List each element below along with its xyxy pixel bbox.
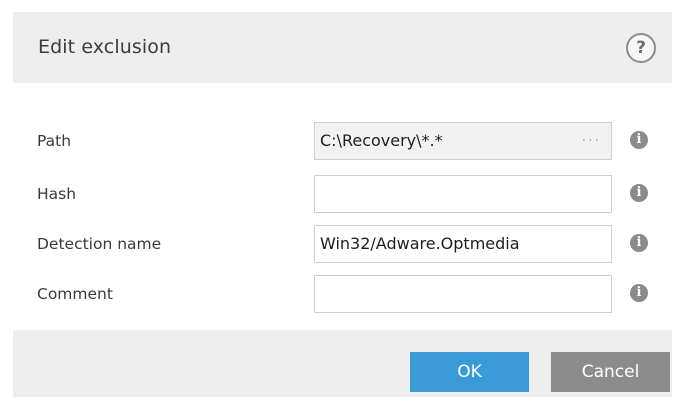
hash-info-icon[interactable]: i	[630, 184, 648, 202]
help-icon[interactable]: ?	[626, 33, 656, 63]
hash-row: Hash i	[13, 175, 672, 213]
detection-name-row: Detection name Win32/Adware.Optmedia i	[13, 225, 672, 263]
dialog-header: Edit exclusion ?	[13, 12, 672, 83]
hash-field[interactable]	[314, 175, 612, 213]
dialog-body: Path C:\Recovery\*.* ... i Hash i Detect…	[13, 83, 672, 330]
detection-name-field[interactable]: Win32/Adware.Optmedia	[314, 225, 612, 263]
ok-button[interactable]: OK	[410, 352, 529, 392]
browse-button[interactable]: ...	[582, 129, 601, 145]
dialog-title: Edit exclusion	[38, 36, 172, 58]
dialog-frame: Edit exclusion ? Path C:\Recovery\*.* ..…	[13, 12, 672, 397]
path-info-icon[interactable]: i	[630, 131, 648, 149]
edit-exclusion-dialog: Edit exclusion ? Path C:\Recovery\*.* ..…	[0, 0, 685, 406]
dialog-footer: OK Cancel	[13, 330, 672, 397]
hash-label: Hash	[37, 185, 77, 203]
detection-name-value: Win32/Adware.Optmedia	[320, 234, 520, 253]
comment-info-icon[interactable]: i	[630, 284, 648, 302]
path-row: Path C:\Recovery\*.* ... i	[13, 122, 672, 160]
path-field[interactable]: C:\Recovery\*.* ...	[314, 122, 612, 160]
comment-field[interactable]	[314, 275, 612, 313]
path-value: C:\Recovery\*.*	[320, 131, 443, 150]
path-label: Path	[37, 132, 72, 150]
comment-row: Comment i	[13, 275, 672, 313]
detection-name-label: Detection name	[37, 235, 162, 253]
detection-name-info-icon[interactable]: i	[630, 234, 648, 252]
comment-label: Comment	[37, 285, 113, 303]
cancel-button[interactable]: Cancel	[551, 352, 670, 392]
